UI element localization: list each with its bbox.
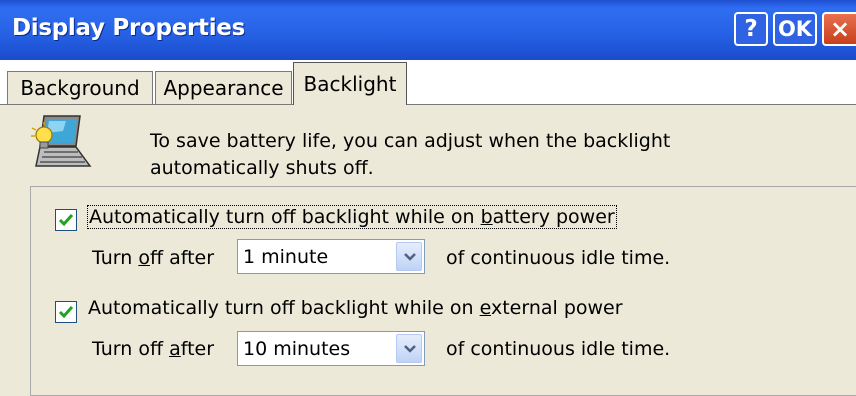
checkmark-icon xyxy=(58,214,74,227)
external-power-label[interactable]: Automatically turn off backlight while o… xyxy=(88,297,623,319)
battery-power-label[interactable]: Automatically turn off backlight while o… xyxy=(87,205,617,229)
external-turn-off-label: Turn off after xyxy=(92,338,215,360)
tab-panel-border-left xyxy=(0,104,293,105)
battery-timeout-dropdown[interactable]: 1 minute xyxy=(237,239,425,274)
info-text: To save battery life, you can adjust whe… xyxy=(150,128,790,182)
help-button[interactable]: ? xyxy=(734,12,768,46)
battery-timeout-dropdown-button[interactable] xyxy=(396,242,422,271)
tab-panel-border-right xyxy=(407,104,856,105)
title-bar[interactable]: Display Properties ? OK × xyxy=(0,0,856,60)
chevron-down-icon xyxy=(404,345,416,353)
laptop-backlight-icon xyxy=(30,114,94,176)
battery-timeout-value: 1 minute xyxy=(243,246,329,268)
battery-idle-suffix: of continuous idle time. xyxy=(446,247,671,269)
external-timeout-dropdown-button[interactable] xyxy=(396,334,422,363)
checkmark-icon xyxy=(58,306,74,319)
external-power-checkbox[interactable] xyxy=(55,301,77,323)
ok-button[interactable]: OK xyxy=(773,12,817,46)
window-title: Display Properties xyxy=(12,15,246,41)
external-timeout-dropdown[interactable]: 10 minutes xyxy=(237,331,425,366)
tab-appearance[interactable]: Appearance xyxy=(155,71,292,104)
external-timeout-value: 10 minutes xyxy=(243,338,351,360)
info-line-1: To save battery life, you can adjust whe… xyxy=(150,130,671,152)
battery-turn-off-label: Turn off after xyxy=(92,247,215,269)
battery-power-checkbox[interactable] xyxy=(55,209,77,231)
close-icon: × xyxy=(829,15,851,43)
tab-backlight[interactable]: Backlight xyxy=(293,62,407,105)
close-button[interactable]: × xyxy=(822,12,856,46)
chevron-down-icon xyxy=(404,253,416,261)
external-idle-suffix: of continuous idle time. xyxy=(446,338,671,360)
tab-background[interactable]: Background xyxy=(7,71,153,104)
info-line-2: automatically shuts off. xyxy=(150,157,374,179)
